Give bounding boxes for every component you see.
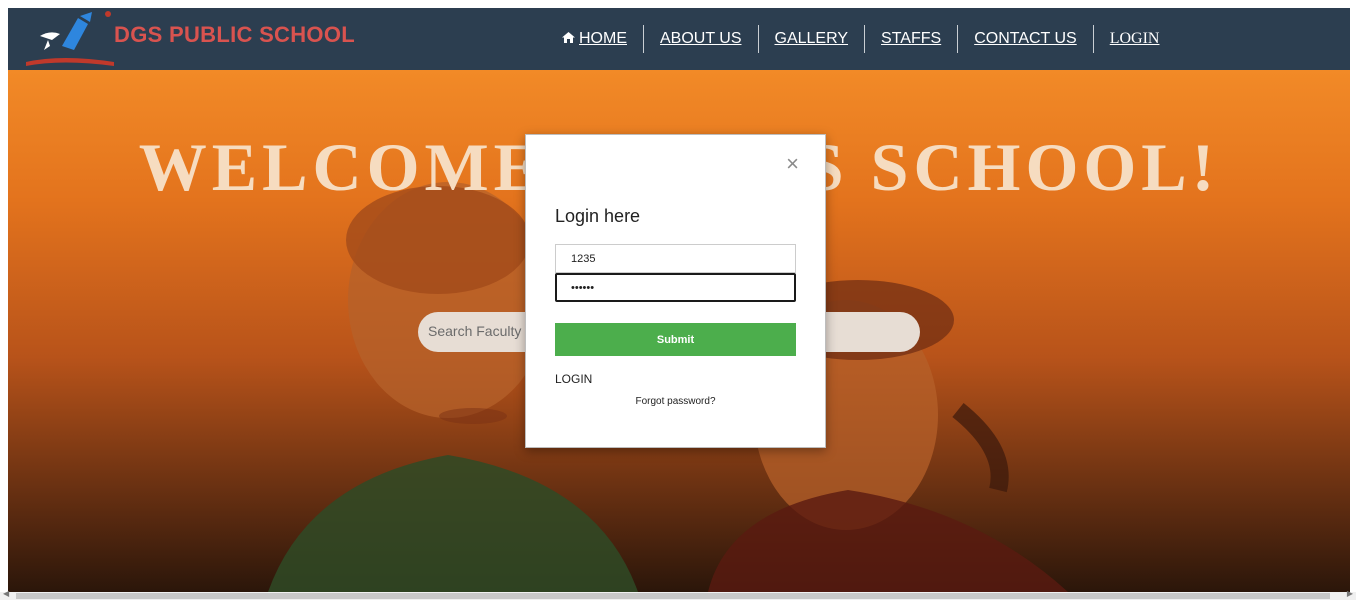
scrollbar-thumb[interactable] — [16, 593, 1330, 599]
nav-staffs[interactable]: STAFFS — [865, 25, 959, 53]
nav-home[interactable]: HOME — [546, 25, 644, 53]
navbar: DGS PUBLIC SCHOOL HOME ABOUT US GALLERY … — [8, 8, 1350, 70]
horizontal-scrollbar[interactable]: ◀ ▶ — [0, 589, 1356, 600]
home-icon — [562, 32, 575, 43]
school-logo-icon[interactable] — [22, 10, 118, 68]
nav-about-us[interactable]: ABOUT US — [644, 25, 759, 53]
scroll-left-icon[interactable]: ◀ — [3, 589, 9, 598]
main-nav: HOME ABOUT US GALLERY STAFFS CONTACT US … — [546, 8, 1175, 70]
nav-gallery[interactable]: GALLERY — [759, 25, 866, 53]
login-link[interactable]: LOGIN — [555, 372, 592, 386]
scroll-right-icon[interactable]: ▶ — [1347, 589, 1353, 598]
modal-title: Login here — [555, 206, 641, 226]
password-field[interactable] — [555, 273, 796, 302]
login-modal: × Login here Submit LOGIN Forgot passwor… — [525, 134, 826, 448]
brand-name[interactable]: DGS PUBLIC SCHOOL — [114, 22, 355, 48]
forgot-password-link[interactable]: Forgot password? — [526, 396, 825, 407]
search-placeholder: Search Faculty — [428, 323, 522, 339]
nav-home-label: HOME — [579, 30, 627, 47]
nav-contact-us[interactable]: CONTACT US — [958, 25, 1094, 53]
close-icon[interactable]: × — [786, 153, 799, 175]
nav-login[interactable]: LOGIN — [1094, 25, 1176, 53]
username-field[interactable] — [555, 244, 796, 273]
submit-button[interactable]: Submit — [555, 323, 796, 356]
